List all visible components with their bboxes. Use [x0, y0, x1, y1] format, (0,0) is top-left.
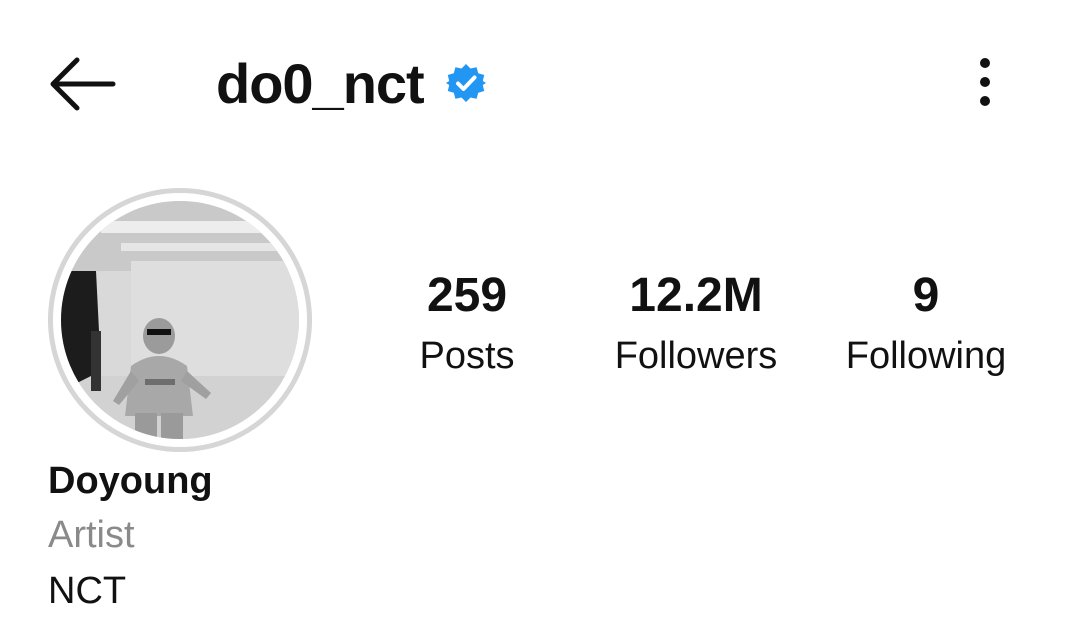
username-header: do0_nct	[216, 48, 486, 118]
followers-label: Followers	[614, 335, 778, 377]
profile-name: Doyoung	[48, 460, 213, 502]
profile-category: Artist	[48, 514, 135, 556]
following-label: Following	[845, 335, 1007, 377]
more-options-button[interactable]	[958, 50, 1012, 114]
posts-stat[interactable]: 259 Posts	[397, 268, 537, 384]
following-count: 9	[912, 269, 940, 322]
username: do0_nct	[216, 51, 425, 115]
posts-label: Posts	[419, 335, 515, 377]
followers-stat[interactable]: 12.2M Followers	[596, 268, 796, 384]
bio-text: NCT	[48, 570, 127, 612]
profile-bio: Doyoung Artist NCT	[48, 455, 648, 619]
verified-badge-icon	[445, 63, 486, 103]
profile-avatar[interactable]	[48, 188, 312, 452]
back-button[interactable]	[40, 45, 124, 123]
following-stat[interactable]: 9 Following	[826, 268, 1026, 384]
more-vertical-icon	[980, 58, 990, 106]
followers-count: 12.2M	[629, 269, 763, 322]
posts-count: 259	[426, 269, 508, 322]
top-bar: do0_nct	[0, 0, 1080, 170]
avatar-photo	[61, 201, 299, 439]
arrow-left-icon	[50, 57, 116, 111]
